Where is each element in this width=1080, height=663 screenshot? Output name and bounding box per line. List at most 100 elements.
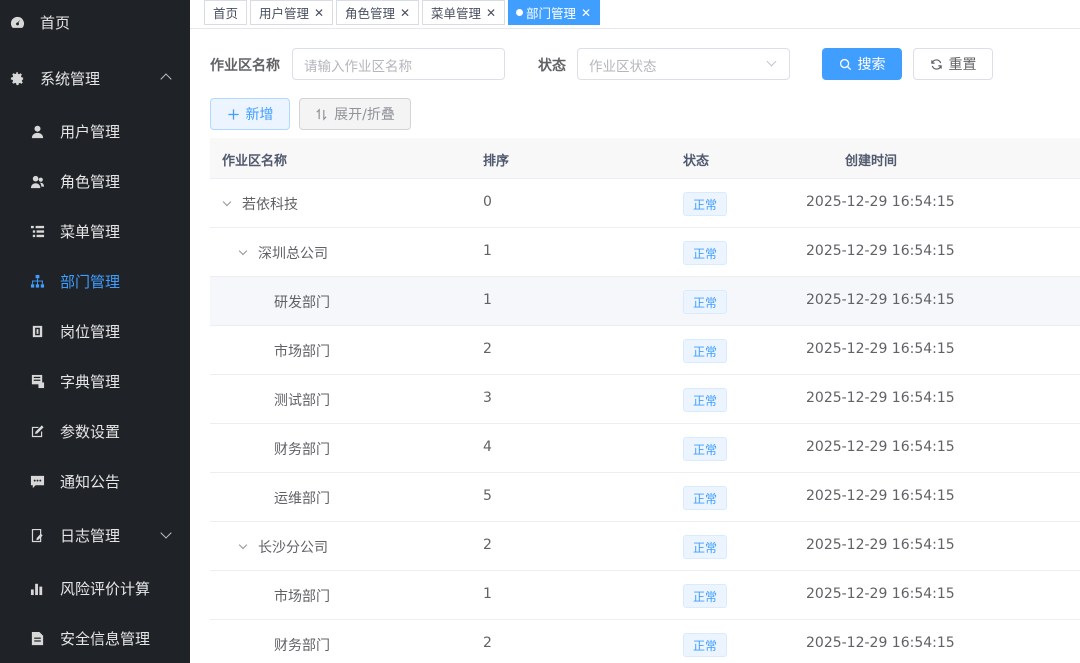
refresh-icon	[930, 58, 943, 71]
order-cell: 0	[483, 194, 492, 210]
sidebar-item-posts[interactable]: 岗位管理	[0, 306, 190, 356]
table-row[interactable]: 财务部门 2 正常 2025-12-29 16:54:15	[210, 620, 1080, 663]
sidebar-item-label: 岗位管理	[60, 322, 121, 341]
order-cell: 2	[483, 341, 492, 357]
created-cell: 2025-12-29 16:54:15	[806, 488, 955, 504]
created-cell: 2025-12-29 16:54:15	[806, 292, 955, 308]
table-row[interactable]: 运维部门 5 正常 2025-12-29 16:54:15	[210, 473, 1080, 522]
name-label: 作业区名称	[210, 58, 280, 74]
plus-icon	[227, 108, 240, 121]
tag-menus[interactable]: 菜单管理 ✕	[422, 0, 506, 25]
dept-name-cell: 长沙分公司	[238, 537, 328, 557]
status-badge: 正常	[683, 339, 728, 363]
status-badge: 正常	[683, 388, 728, 412]
tag-home[interactable]: 首页	[204, 0, 248, 25]
created-cell: 2025-12-29 16:54:15	[806, 635, 955, 651]
name-input[interactable]: 请输入作业区名称	[292, 48, 505, 80]
table-row[interactable]: 长沙分公司 2 正常 2025-12-29 16:54:15	[210, 522, 1080, 571]
org-tree-icon	[29, 273, 45, 289]
dept-name-cell: 若依科技	[222, 194, 298, 214]
tag-users[interactable]: 用户管理 ✕	[250, 0, 334, 25]
dept-name: 测试部门	[274, 393, 330, 409]
sidebar-item-menus[interactable]: 菜单管理	[0, 206, 190, 256]
name-input-placeholder: 请输入作业区名称	[304, 59, 412, 75]
dept-name: 运维部门	[274, 491, 330, 507]
sidebar-item-departments[interactable]: 部门管理	[0, 256, 190, 306]
created-cell: 2025-12-29 16:54:15	[806, 537, 955, 553]
dept-name: 若依科技	[242, 197, 298, 213]
sidebar-item-label: 风险评价计算	[60, 579, 151, 598]
status-badge: 正常	[683, 535, 728, 559]
sidebar-item-risk[interactable]: 风险评价计算	[0, 563, 190, 613]
sidebar-item-logs[interactable]: 日志管理	[0, 510, 190, 560]
tag-departments[interactable]: 部门管理 ✕	[508, 0, 601, 25]
column-header-order[interactable]: 排序	[483, 150, 509, 169]
dept-name-cell: 深圳总公司	[238, 243, 328, 263]
order-cell: 2	[483, 635, 492, 651]
close-icon[interactable]: ✕	[314, 6, 324, 20]
table-row[interactable]: 市场部门 2 正常 2025-12-29 16:54:15	[210, 326, 1080, 375]
sidebar-item-roles[interactable]: 角色管理	[0, 156, 190, 206]
status-badge: 正常	[683, 633, 728, 657]
sidebar-item-notices[interactable]: 通知公告	[0, 456, 190, 506]
reset-button-label: 重置	[948, 57, 977, 73]
gear-icon	[9, 70, 25, 86]
close-icon[interactable]: ✕	[486, 6, 496, 20]
tags-view: 首页 用户管理 ✕ 角色管理 ✕ 菜单管理 ✕ 部门管理 ✕	[190, 0, 1080, 29]
sidebar-item-dictionary[interactable]: 字典管理	[0, 356, 190, 406]
user-icon	[29, 123, 45, 139]
sidebar-item-safety[interactable]: 安全信息管理	[0, 613, 190, 663]
table-row[interactable]: 市场部门 1 正常 2025-12-29 16:54:15	[210, 571, 1080, 620]
close-icon[interactable]: ✕	[581, 6, 591, 20]
sidebar-item-home[interactable]: 首页	[0, 0, 190, 47]
expand-caret-icon[interactable]	[238, 246, 248, 256]
table-header: 作业区名称 排序 状态 创建时间	[210, 138, 1080, 179]
post-icon	[29, 323, 45, 339]
sidebar-item-settings[interactable]: 参数设置	[0, 406, 190, 456]
dept-name: 研发部门	[274, 295, 330, 311]
sidebar-item-label: 安全信息管理	[60, 629, 151, 648]
chevron-down-icon	[160, 527, 172, 539]
sidebar-item-system[interactable]: 系统管理	[0, 53, 190, 103]
edit-icon	[29, 423, 45, 439]
sidebar-item-label: 菜单管理	[60, 222, 121, 241]
status-label: 状态	[538, 58, 566, 74]
sidebar-item-label: 参数设置	[60, 422, 121, 441]
status-select[interactable]: 作业区状态	[577, 48, 790, 80]
table-row[interactable]: 若依科技 0 正常 2025-12-29 16:54:15	[210, 179, 1080, 228]
search-button-label: 搜索	[857, 57, 886, 73]
status-badge: 正常	[683, 192, 728, 216]
column-header-status[interactable]: 状态	[683, 150, 709, 169]
table-row[interactable]: 财务部门 4 正常 2025-12-29 16:54:15	[210, 424, 1080, 473]
dept-name: 财务部门	[274, 442, 330, 458]
table-row[interactable]: 深圳总公司 1 正常 2025-12-29 16:54:15	[210, 228, 1080, 277]
expand-collapse-button[interactable]: 展开/折叠	[299, 98, 411, 130]
search-button[interactable]: 搜索	[822, 48, 902, 80]
order-cell: 1	[483, 292, 492, 308]
dict-icon	[29, 373, 45, 389]
dashboard-icon	[9, 14, 25, 30]
status-badge: 正常	[683, 584, 728, 608]
column-header-name[interactable]: 作业区名称	[222, 150, 287, 169]
created-cell: 2025-12-29 16:54:15	[806, 439, 955, 455]
add-button[interactable]: 新增	[210, 98, 290, 130]
tag-label: 角色管理	[345, 6, 396, 21]
status-badge: 正常	[683, 290, 728, 314]
table-row[interactable]: 研发部门 1 正常 2025-12-29 16:54:15	[210, 277, 1080, 326]
tag-label: 菜单管理	[431, 6, 482, 21]
table-row[interactable]: 测试部门 3 正常 2025-12-29 16:54:15	[210, 375, 1080, 424]
sidebar-item-label: 字典管理	[60, 372, 121, 391]
reset-button[interactable]: 重置	[913, 48, 993, 80]
sidebar-item-label: 角色管理	[60, 172, 121, 191]
column-header-created[interactable]: 创建时间	[845, 150, 897, 169]
expand-caret-icon[interactable]	[238, 540, 248, 550]
order-cell: 5	[483, 488, 492, 504]
sidebar-item-users[interactable]: 用户管理	[0, 106, 190, 156]
status-badge: 正常	[683, 437, 728, 461]
bar-chart-icon	[29, 580, 45, 596]
users-icon	[29, 173, 45, 189]
dept-name: 市场部门	[274, 589, 330, 605]
close-icon[interactable]: ✕	[400, 6, 410, 20]
tag-roles[interactable]: 角色管理 ✕	[336, 0, 420, 25]
expand-caret-icon[interactable]	[222, 197, 232, 207]
